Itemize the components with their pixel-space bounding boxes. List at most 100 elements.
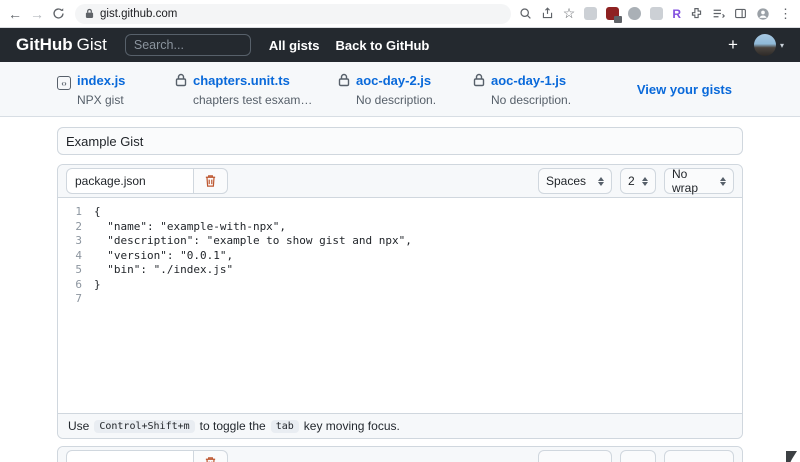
code-line: 6 } [58, 278, 742, 293]
nav-all-gists[interactable]: All gists [269, 38, 320, 53]
line-number: 6 [58, 278, 94, 293]
browser-toolbar: ← → gist.github.com ☆ R [0, 0, 800, 28]
github-gist-logo[interactable]: GitHub Gist [16, 35, 107, 55]
hint-text: key moving focus. [304, 419, 400, 433]
line-number: 3 [58, 234, 94, 249]
https-lock-icon [85, 8, 94, 19]
file-editor-second [57, 446, 743, 462]
logo-gist: Gist [77, 35, 107, 55]
reload-icon[interactable] [52, 7, 65, 20]
delete-file-button[interactable] [194, 168, 228, 194]
header-nav: All gists Back to GitHub [269, 38, 429, 53]
line-code: "name": "example-with-npx", [94, 220, 286, 235]
gist-description: No description. [356, 93, 436, 107]
line-code: "description": "example to show gist and… [94, 234, 412, 249]
nav-back-to-github[interactable]: Back to GitHub [335, 38, 429, 53]
code-editor[interactable]: 1 { 2 "name": "example-with-npx", 3 "des… [58, 198, 742, 413]
indent-mode-select[interactable]: Spaces [538, 168, 612, 194]
line-number: 5 [58, 263, 94, 278]
page: ← → gist.github.com ☆ R [0, 0, 800, 462]
wrap-mode-select[interactable]: No wrap [664, 168, 734, 194]
gist-name[interactable]: index.js [77, 73, 125, 88]
wrap-mode-value: No wrap [672, 167, 714, 195]
indent-mode-select[interactable] [538, 450, 612, 462]
file-editor: Spaces 2 No wrap 1 { [57, 164, 743, 439]
indent-size-value: 2 [628, 174, 635, 188]
editor-accessibility-hint: Use Control+Shift+m to toggle the tab ke… [58, 413, 742, 438]
gist-description: NPX gist [77, 93, 125, 107]
view-your-gists-link[interactable]: View your gists [637, 82, 732, 97]
hint-text: Use [68, 419, 89, 433]
user-menu[interactable]: ▾ [754, 34, 784, 56]
updown-caret-icon [598, 177, 604, 186]
line-number: 1 [58, 205, 94, 220]
tab-list-icon[interactable] [712, 7, 725, 20]
search-input[interactable] [125, 34, 251, 56]
indent-mode-value: Spaces [546, 174, 586, 188]
bookmark-star-icon[interactable]: ☆ [563, 5, 576, 22]
gist-editor-main: Spaces 2 No wrap 1 { [0, 117, 800, 462]
kbd-control-shift-m: Control+Shift+m [94, 420, 194, 433]
gist-description: No description. [491, 93, 571, 107]
line-number: 7 [58, 292, 94, 307]
gist-name[interactable]: aoc-day-1.js [491, 73, 566, 88]
profile-icon[interactable] [756, 7, 770, 21]
side-panel-icon[interactable] [734, 7, 747, 20]
filename-input[interactable] [66, 168, 194, 194]
site-header: GitHub Gist All gists Back to GitHub + ▾ [0, 28, 800, 62]
gist-item-aoc-day-2[interactable]: aoc-day-2.js No description. [338, 72, 473, 107]
line-number: 4 [58, 249, 94, 264]
indent-size-select[interactable] [620, 450, 656, 462]
recent-gists-strip: ‹› index.js NPX gist chapters.unit.ts ch… [0, 62, 800, 117]
code-line: 5 "bin": "./index.js" [58, 263, 742, 278]
logo-github: GitHub [16, 35, 73, 55]
updown-caret-icon [720, 177, 726, 186]
browser-menu-icon[interactable]: ⋮ [779, 6, 792, 22]
indent-size-select[interactable]: 2 [620, 168, 656, 194]
trash-icon [204, 174, 217, 188]
hint-text: to toggle the [200, 419, 266, 433]
extension-icon-2[interactable] [606, 7, 619, 20]
gist-item-chapters[interactable]: chapters.unit.ts chapters test esxam… [175, 72, 338, 107]
extension-badge [614, 16, 622, 23]
zoom-icon[interactable] [519, 7, 532, 20]
gist-item-index-js[interactable]: ‹› index.js NPX gist [57, 72, 175, 107]
code-line: 7 [58, 292, 742, 307]
delete-file-button[interactable] [194, 450, 228, 462]
lock-icon [175, 72, 187, 107]
line-code: } [94, 278, 101, 293]
gist-description-input[interactable] [57, 127, 743, 155]
line-code: "version": "0.0.1", [94, 249, 233, 264]
wrap-mode-select[interactable] [664, 450, 734, 462]
line-code: { [94, 205, 101, 220]
avatar [754, 34, 776, 56]
file-editor-header: Spaces 2 No wrap [58, 165, 742, 198]
share-icon[interactable] [541, 7, 554, 20]
gist-name[interactable]: aoc-day-2.js [356, 73, 431, 88]
code-line: 1 { [58, 205, 742, 220]
chevron-down-icon: ▾ [780, 41, 784, 50]
gist-item-aoc-day-1[interactable]: aoc-day-1.js No description. [473, 72, 623, 107]
lock-icon [338, 72, 350, 107]
filename-input[interactable] [66, 450, 194, 462]
line-number: 2 [58, 220, 94, 235]
code-square-icon: ‹› [57, 76, 71, 90]
mouse-cursor [786, 451, 797, 462]
new-gist-plus-icon[interactable]: + [728, 35, 738, 55]
address-bar[interactable]: gist.github.com [75, 4, 511, 24]
extension-icon-r[interactable]: R [672, 7, 681, 21]
kbd-tab: tab [271, 420, 299, 433]
extension-icon-1[interactable] [584, 7, 597, 20]
trash-icon [204, 456, 217, 462]
forward-icon[interactable]: → [30, 7, 44, 21]
line-code: "bin": "./index.js" [94, 263, 233, 278]
lock-icon [473, 72, 485, 107]
code-line: 3 "description": "example to show gist a… [58, 234, 742, 249]
gist-name[interactable]: chapters.unit.ts [193, 73, 290, 88]
back-icon[interactable]: ← [8, 7, 22, 21]
extension-icon-4[interactable] [650, 7, 663, 20]
extensions-puzzle-icon[interactable] [690, 7, 703, 20]
url-text: gist.github.com [100, 8, 177, 20]
extension-icon-3[interactable] [628, 7, 641, 20]
code-line: 4 "version": "0.0.1", [58, 249, 742, 264]
